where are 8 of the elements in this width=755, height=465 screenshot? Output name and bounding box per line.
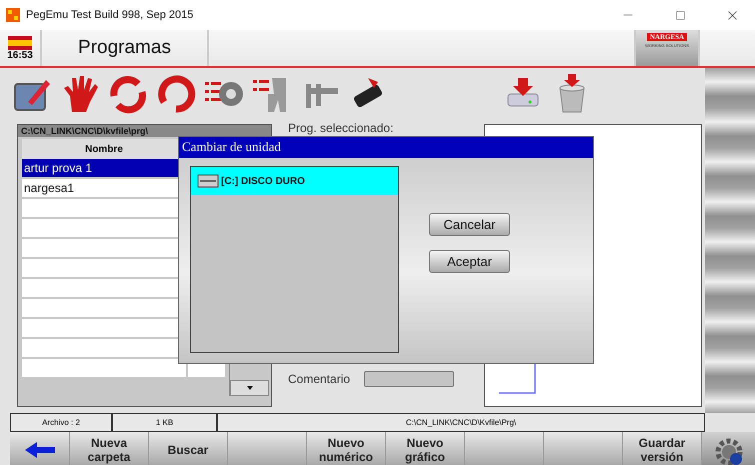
status-text: C:\CN_LINK\CNC\D\Kvfile\Prg\ xyxy=(404,417,518,429)
folder-path: C:\CN_LINK\CNC\D\kvfile\prg\ xyxy=(18,125,271,137)
window-title: PegEmu Test Build 998, Sep 2015 xyxy=(26,9,194,21)
screen-title: Programas xyxy=(78,37,171,59)
comment-label: Comentario xyxy=(288,372,350,386)
clock: 16:53 xyxy=(7,50,33,60)
dialog-title: Cambiar de unidad xyxy=(179,137,593,158)
selected-program-label: Prog. seleccionado: xyxy=(288,121,394,135)
